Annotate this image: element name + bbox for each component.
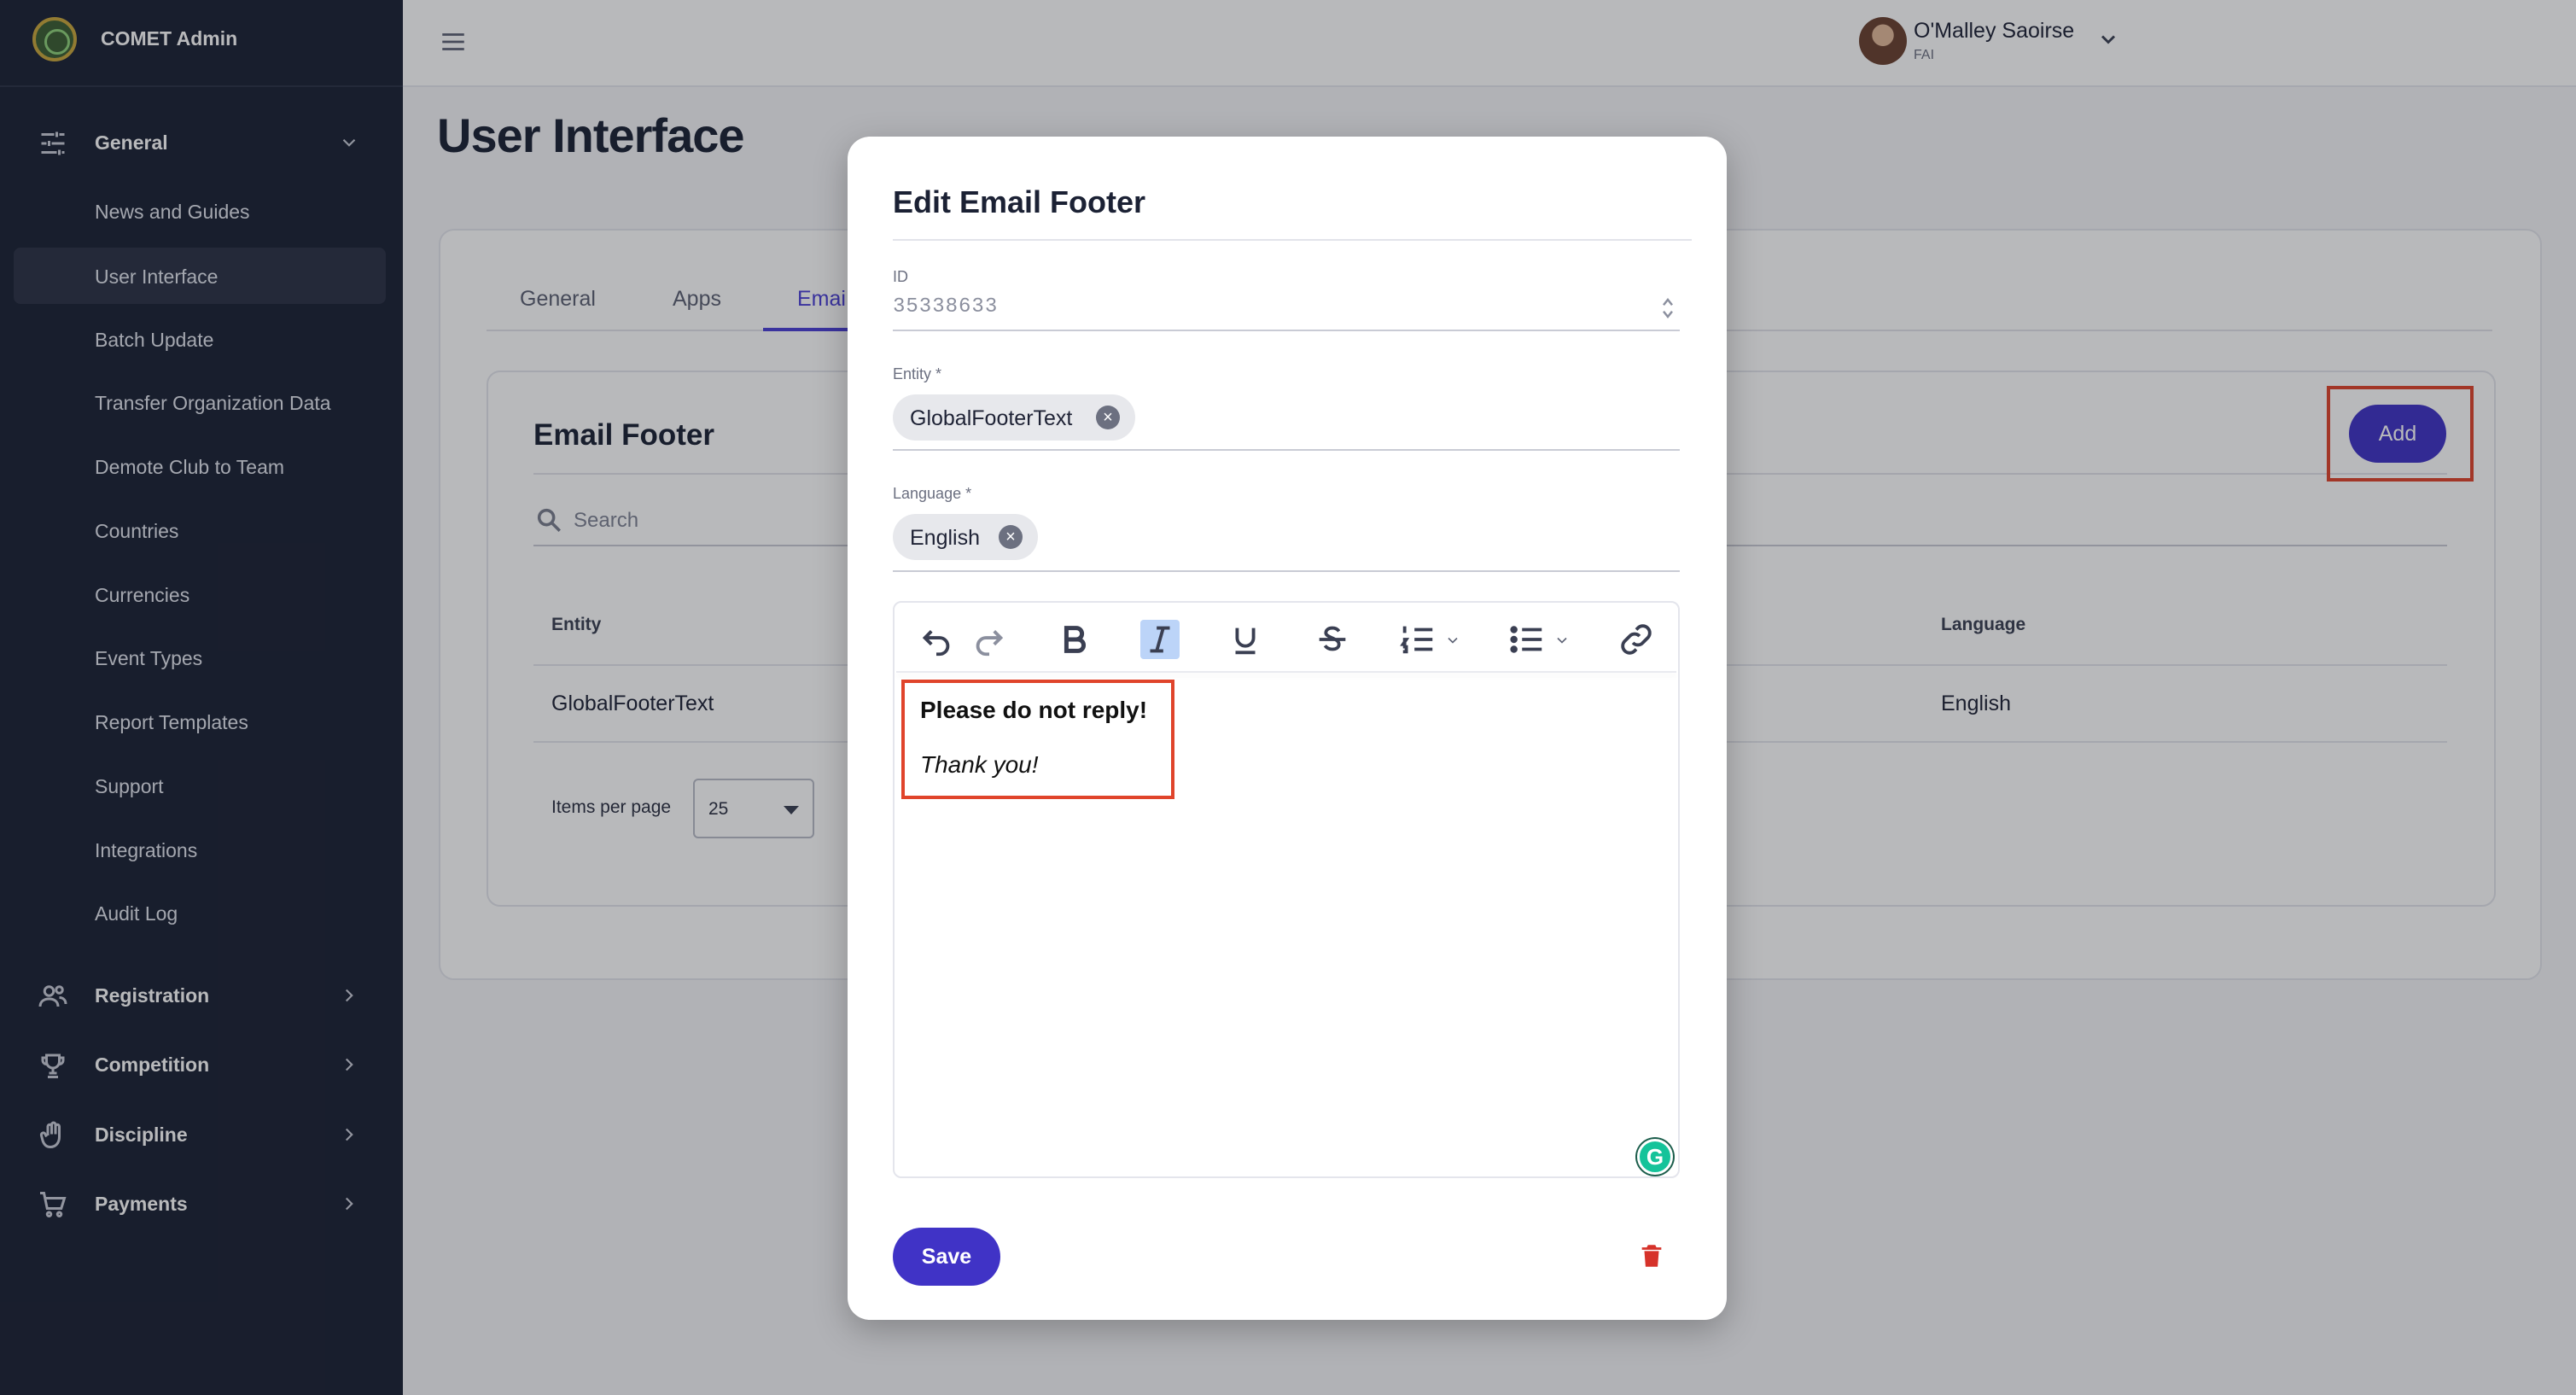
chevron-down-icon[interactable] (1553, 632, 1571, 649)
field-underline (893, 449, 1680, 451)
link-icon[interactable] (1617, 620, 1656, 659)
entity-chip[interactable]: GlobalFooterText × (893, 394, 1135, 441)
modal-title: Edit Email Footer (893, 184, 1146, 219)
ordered-list-icon[interactable] (1398, 620, 1437, 659)
field-underline (893, 330, 1680, 331)
bullet-list-icon[interactable] (1507, 620, 1547, 659)
language-chip-label: English (910, 526, 980, 550)
divider (893, 239, 1692, 241)
italic-icon[interactable] (1140, 620, 1180, 659)
remove-chip-icon[interactable]: × (1096, 406, 1120, 429)
remove-chip-icon[interactable]: × (999, 525, 1023, 549)
strikethrough-icon[interactable] (1313, 620, 1352, 659)
bold-icon[interactable] (1055, 620, 1094, 659)
id-label: ID (893, 268, 908, 285)
id-field[interactable]: 35338633 (893, 295, 998, 318)
editor-text-bold[interactable]: Please do not reply! (920, 697, 1147, 724)
save-button[interactable]: Save (893, 1228, 1000, 1286)
entity-chip-label: GlobalFooterText (910, 406, 1073, 430)
underline-icon[interactable] (1226, 620, 1265, 659)
redo-icon[interactable] (970, 620, 1009, 659)
toolbar-divider (896, 671, 1676, 673)
language-chip[interactable]: English × (893, 514, 1038, 560)
language-label: Language * (893, 485, 972, 502)
editor-text-italic[interactable]: Thank you! (920, 751, 1039, 779)
grammarly-icon[interactable]: G (1637, 1139, 1673, 1175)
undo-icon[interactable] (917, 620, 956, 659)
number-spinner-icon[interactable] (1661, 295, 1675, 321)
grammarly-letter: G (1646, 1144, 1664, 1170)
trash-icon[interactable] (1637, 1240, 1666, 1272)
chevron-down-icon[interactable] (1444, 632, 1461, 649)
entity-label: Entity * (893, 365, 942, 382)
field-underline (893, 570, 1680, 572)
